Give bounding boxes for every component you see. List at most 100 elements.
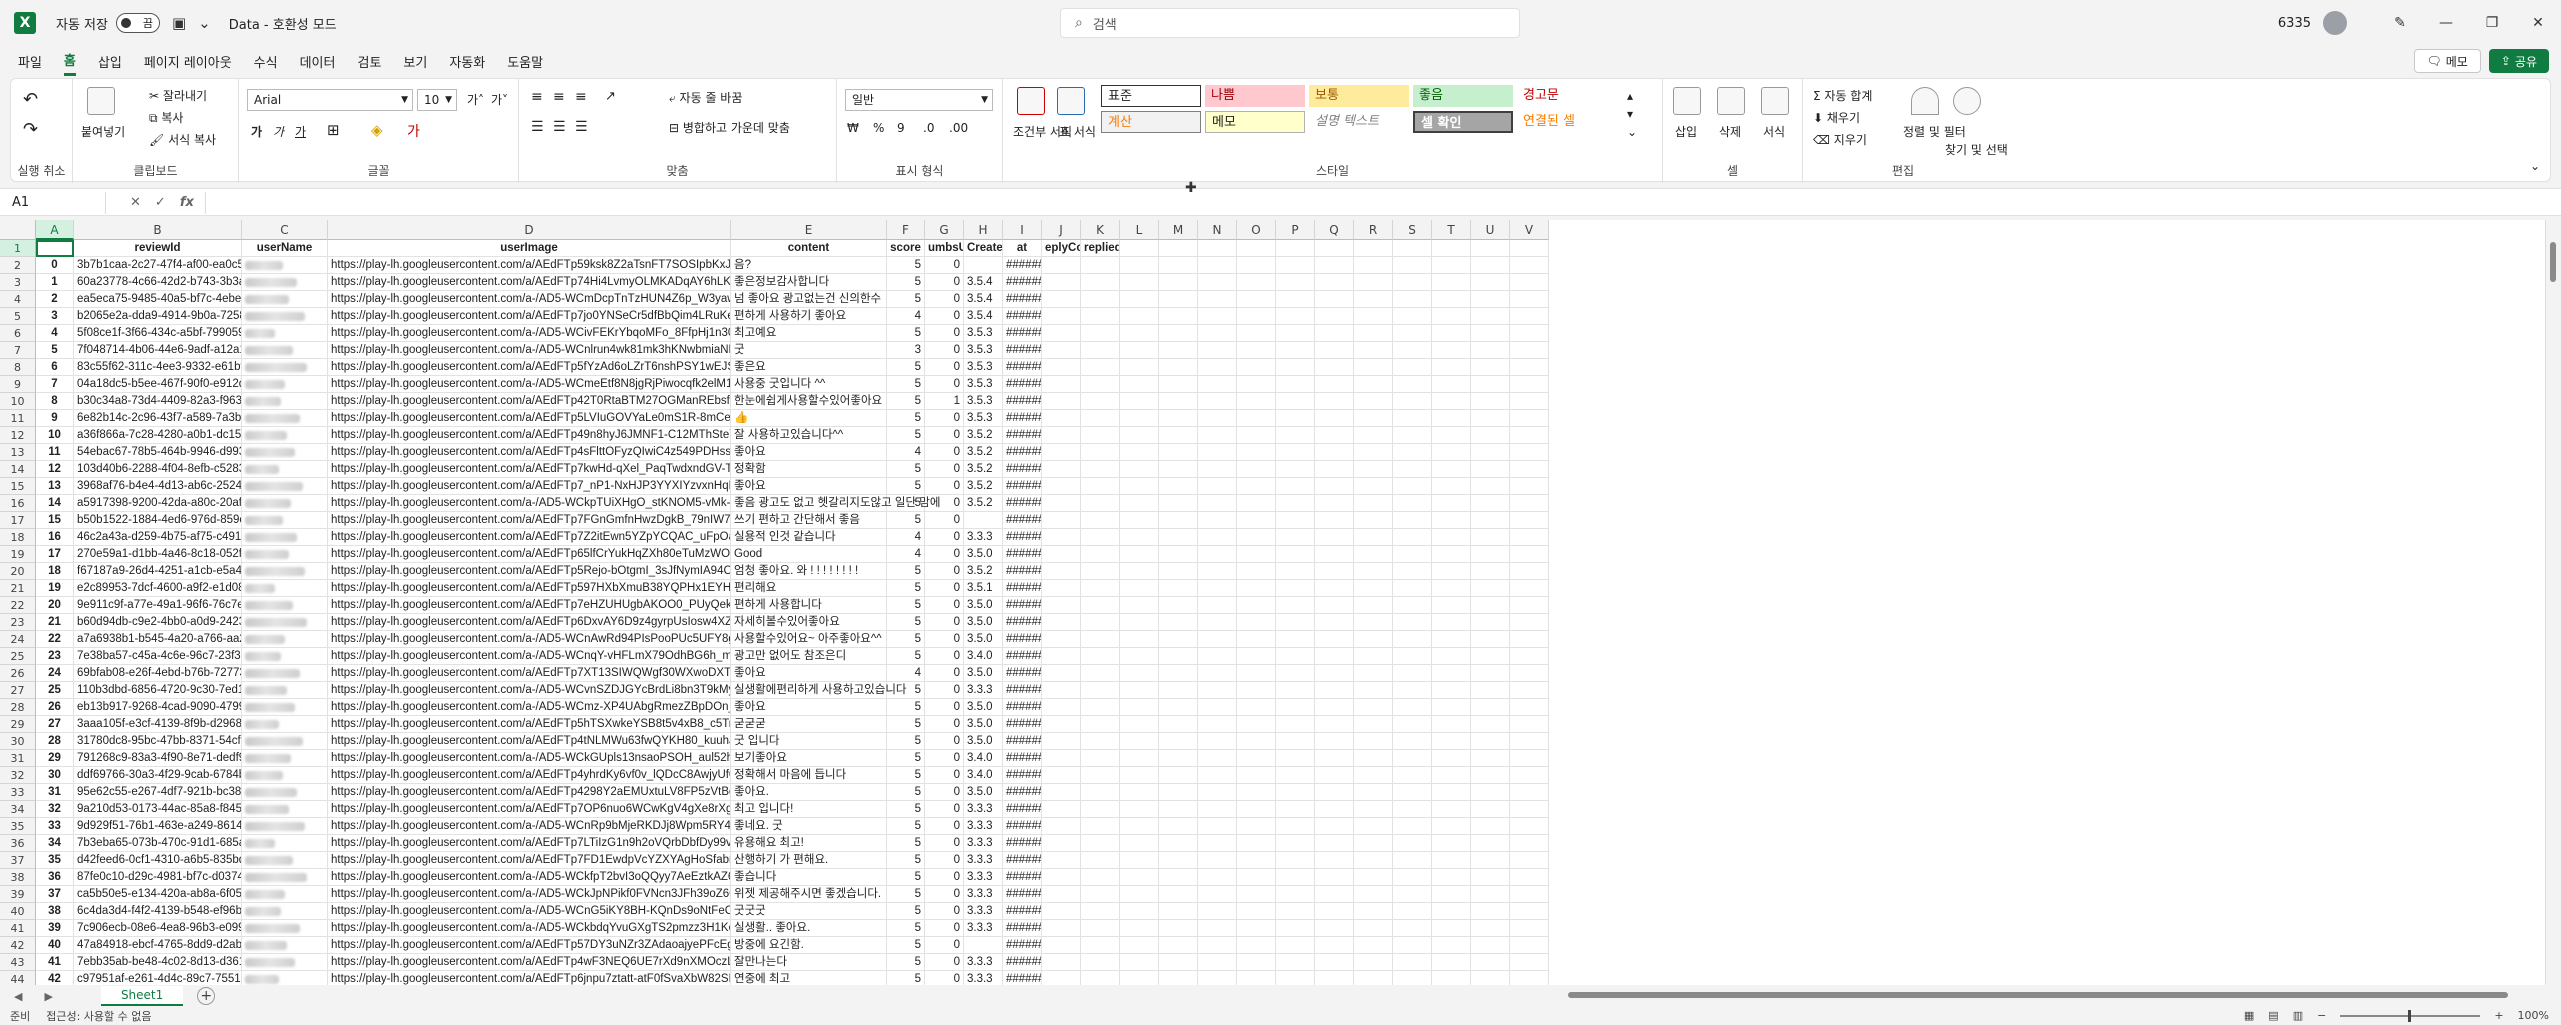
save-icon[interactable]: ▣ bbox=[172, 14, 186, 32]
page-layout-view-icon[interactable]: ▤ bbox=[2268, 1009, 2278, 1022]
username-cell[interactable] bbox=[242, 512, 328, 529]
empty-cell[interactable] bbox=[1276, 937, 1315, 954]
empty-cell[interactable] bbox=[1159, 971, 1198, 985]
empty-cell[interactable] bbox=[1120, 410, 1159, 427]
review-id-cell[interactable]: 04a18dc5-b5ee-467f-90f0-e912d55c9279 bbox=[74, 376, 242, 393]
user-image-cell[interactable]: https://play-lh.googleusercontent.com/a/… bbox=[328, 563, 731, 580]
empty-cell[interactable] bbox=[1276, 682, 1315, 699]
prev-sheet-icon[interactable]: ◀ bbox=[14, 990, 22, 1003]
empty-cell[interactable] bbox=[1276, 903, 1315, 920]
empty-cell[interactable] bbox=[1237, 495, 1276, 512]
find-select-icon[interactable] bbox=[1953, 87, 1981, 115]
empty-cell[interactable] bbox=[1120, 427, 1159, 444]
empty-cell[interactable] bbox=[1432, 784, 1471, 801]
username-cell[interactable] bbox=[242, 325, 328, 342]
empty-cell[interactable] bbox=[1120, 597, 1159, 614]
empty-cell[interactable] bbox=[1198, 325, 1237, 342]
underline-icon[interactable]: 가 bbox=[295, 123, 306, 140]
row-header[interactable]: 28 bbox=[0, 699, 36, 716]
row-header[interactable]: 11 bbox=[0, 410, 36, 427]
username-cell[interactable] bbox=[242, 648, 328, 665]
empty-cell[interactable] bbox=[1393, 971, 1432, 985]
content-cell[interactable]: 산행하기 가 편해요. bbox=[731, 852, 887, 869]
empty-cell[interactable] bbox=[1510, 954, 1549, 971]
empty-cell[interactable] bbox=[1354, 393, 1393, 410]
empty-cell[interactable] bbox=[1315, 240, 1354, 257]
content-cell[interactable]: 굿 bbox=[731, 342, 887, 359]
empty-cell[interactable] bbox=[1393, 699, 1432, 716]
empty-cell[interactable] bbox=[1315, 444, 1354, 461]
empty-cell[interactable] bbox=[1432, 359, 1471, 376]
empty-cell[interactable] bbox=[1315, 529, 1354, 546]
content-cell[interactable]: 좋은정보감사합니다 bbox=[731, 274, 887, 291]
username-cell[interactable] bbox=[242, 801, 328, 818]
version-cell[interactable]: 3.3.3 bbox=[964, 818, 1003, 835]
empty-cell[interactable] bbox=[1237, 971, 1276, 985]
avatar[interactable] bbox=[2323, 11, 2347, 35]
empty-cell[interactable] bbox=[1354, 903, 1393, 920]
empty-cell[interactable] bbox=[1081, 257, 1120, 274]
version-cell[interactable]: 3.3.3 bbox=[964, 971, 1003, 985]
version-cell[interactable]: 3.3.3 bbox=[964, 682, 1003, 699]
empty-cell[interactable] bbox=[1042, 563, 1081, 580]
empty-cell[interactable] bbox=[1120, 648, 1159, 665]
username-cell[interactable] bbox=[242, 937, 328, 954]
empty-cell[interactable] bbox=[1354, 427, 1393, 444]
number-format-select[interactable]: 일반 ▼ bbox=[845, 89, 993, 111]
empty-cell[interactable] bbox=[1276, 801, 1315, 818]
content-cell[interactable]: 음? bbox=[731, 257, 887, 274]
empty-cell[interactable] bbox=[1159, 546, 1198, 563]
style-bad[interactable]: 나쁨 bbox=[1205, 85, 1305, 107]
empty-cell[interactable] bbox=[1471, 818, 1510, 835]
empty-cell[interactable] bbox=[1159, 801, 1198, 818]
percent-icon[interactable]: % bbox=[873, 121, 884, 135]
format-cells-button[interactable]: 서식 bbox=[1763, 123, 1785, 140]
username-cell[interactable] bbox=[242, 818, 328, 835]
empty-cell[interactable] bbox=[1471, 852, 1510, 869]
empty-cell[interactable] bbox=[1042, 665, 1081, 682]
thumbs-up-cell[interactable]: 0 bbox=[925, 665, 964, 682]
empty-cell[interactable] bbox=[1237, 342, 1276, 359]
row-header[interactable]: 37 bbox=[0, 852, 36, 869]
empty-cell[interactable] bbox=[1354, 631, 1393, 648]
empty-cell[interactable] bbox=[1081, 818, 1120, 835]
empty-cell[interactable] bbox=[1354, 716, 1393, 733]
date-cell[interactable]: ######## bbox=[1003, 546, 1042, 563]
review-id-cell[interactable]: 3b7b1caa-2c27-47f4-af00-ea0c5e52395b bbox=[74, 257, 242, 274]
date-cell[interactable]: ######## bbox=[1003, 580, 1042, 597]
username-cell[interactable] bbox=[242, 954, 328, 971]
empty-cell[interactable] bbox=[1354, 682, 1393, 699]
thumbs-up-cell[interactable]: 0 bbox=[925, 835, 964, 852]
header-cell[interactable]: userImage bbox=[328, 240, 731, 257]
date-cell[interactable]: ######## bbox=[1003, 291, 1042, 308]
score-cell[interactable]: 5 bbox=[887, 648, 925, 665]
empty-cell[interactable] bbox=[1471, 886, 1510, 903]
empty-cell[interactable] bbox=[1432, 563, 1471, 580]
user-image-cell[interactable]: https://play-lh.googleusercontent.com/a/… bbox=[328, 308, 731, 325]
version-cell[interactable]: 3.3.3 bbox=[964, 903, 1003, 920]
user-image-cell[interactable]: https://play-lh.googleusercontent.com/a-… bbox=[328, 750, 731, 767]
user-image-cell[interactable]: https://play-lh.googleusercontent.com/a-… bbox=[328, 648, 731, 665]
empty-cell[interactable] bbox=[1120, 359, 1159, 376]
score-cell[interactable]: 5 bbox=[887, 376, 925, 393]
review-id-cell[interactable]: d42feed6-0cf1-4310-a6b5-835bd6bb0e9 bbox=[74, 852, 242, 869]
review-id-cell[interactable]: 9a210d53-0173-44ac-85a8-f8455005a5f7 bbox=[74, 801, 242, 818]
content-cell[interactable]: 좋음 광고도 없고 헷갈리지도않고 일단 맘에 bbox=[731, 495, 940, 512]
row-header[interactable]: 3 bbox=[0, 274, 36, 291]
empty-cell[interactable] bbox=[1315, 631, 1354, 648]
index-cell[interactable]: 2 bbox=[36, 291, 74, 308]
empty-cell[interactable] bbox=[1159, 767, 1198, 784]
date-cell[interactable]: ######## bbox=[1003, 869, 1042, 886]
empty-cell[interactable] bbox=[1315, 665, 1354, 682]
review-id-cell[interactable]: 7c906ecb-08e6-4ea8-96b3-e0992081d361 bbox=[74, 920, 242, 937]
empty-cell[interactable] bbox=[1081, 461, 1120, 478]
content-cell[interactable]: 좋네요. 굿 bbox=[731, 818, 887, 835]
empty-cell[interactable] bbox=[1354, 920, 1393, 937]
username-cell[interactable] bbox=[242, 257, 328, 274]
copy-button[interactable]: ⧉ 복사 bbox=[149, 109, 183, 126]
empty-cell[interactable] bbox=[1354, 648, 1393, 665]
empty-cell[interactable] bbox=[1471, 342, 1510, 359]
username-cell[interactable] bbox=[242, 784, 328, 801]
empty-cell[interactable] bbox=[1354, 512, 1393, 529]
empty-cell[interactable] bbox=[1510, 359, 1549, 376]
